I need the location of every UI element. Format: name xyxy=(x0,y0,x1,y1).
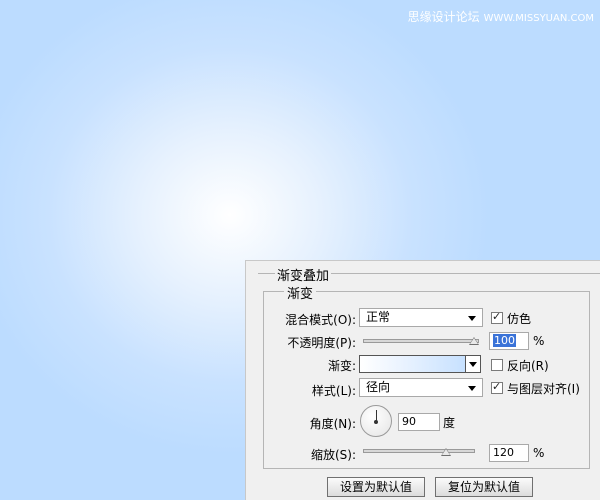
opacity-label: 不透明度(P): xyxy=(287,336,356,350)
watermark-text: 思缘设计论坛 xyxy=(407,10,480,24)
angle-value: 90 xyxy=(402,415,416,428)
scale-slider-track[interactable] xyxy=(363,449,475,453)
angle-label: 角度(N): xyxy=(309,417,356,431)
angle-input[interactable]: 90 xyxy=(398,413,440,431)
scale-input[interactable]: 120 xyxy=(489,444,529,462)
blend-mode-select[interactable]: 正常 xyxy=(359,308,483,327)
section-title: 渐变 xyxy=(284,283,317,302)
gradient-dropdown-button[interactable] xyxy=(466,355,481,373)
opacity-slider-track[interactable] xyxy=(363,339,479,343)
blend-mode-label: 混合模式(O): xyxy=(285,313,356,327)
angle-unit: 度 xyxy=(443,416,456,430)
chevron-down-icon xyxy=(468,386,476,391)
opacity-slider-handle[interactable] xyxy=(469,337,479,345)
align-with-layer-label: 与图层对齐(I) xyxy=(507,382,580,396)
gradient-overlay-panel: 渐变叠加 渐变 混合模式(O): 正常 仿色 不透明度(P): 100 % 渐变… xyxy=(245,260,600,500)
angle-dial-center xyxy=(374,420,378,424)
opacity-input[interactable]: 100 xyxy=(489,332,529,350)
make-default-button[interactable]: 设置为默认值 xyxy=(327,477,425,497)
dither-checkbox[interactable] xyxy=(491,310,503,324)
dither-label: 仿色 xyxy=(507,312,532,326)
align-with-layer-checkbox[interactable] xyxy=(491,380,503,394)
scale-slider-handle[interactable] xyxy=(441,448,451,456)
angle-dial[interactable] xyxy=(360,405,392,437)
reverse-checkbox[interactable] xyxy=(491,359,503,371)
chevron-down-icon xyxy=(468,316,476,321)
style-label: 样式(L): xyxy=(311,384,356,398)
gradient-picker-swatch[interactable] xyxy=(359,355,466,373)
opacity-unit: % xyxy=(533,334,545,348)
reset-default-button[interactable]: 复位为默认值 xyxy=(435,477,533,497)
scale-value: 120 xyxy=(493,446,514,459)
scale-label: 缩放(S): xyxy=(310,448,356,462)
gradient-label: 渐变: xyxy=(327,359,356,373)
reverse-label: 反向(R) xyxy=(507,359,549,373)
style-value: 径向 xyxy=(366,380,391,394)
chevron-down-icon xyxy=(469,362,477,367)
opacity-value: 100 xyxy=(493,334,516,347)
style-select[interactable]: 径向 xyxy=(359,378,483,397)
watermark-site: WWW.MISSYUAN.COM xyxy=(483,13,594,24)
watermark: 思缘设计论坛 WWW.MISSYUAN.COM xyxy=(408,8,594,25)
panel-title: 渐变叠加 xyxy=(275,265,332,284)
blend-mode-value: 正常 xyxy=(366,310,391,324)
scale-unit: % xyxy=(533,446,545,460)
